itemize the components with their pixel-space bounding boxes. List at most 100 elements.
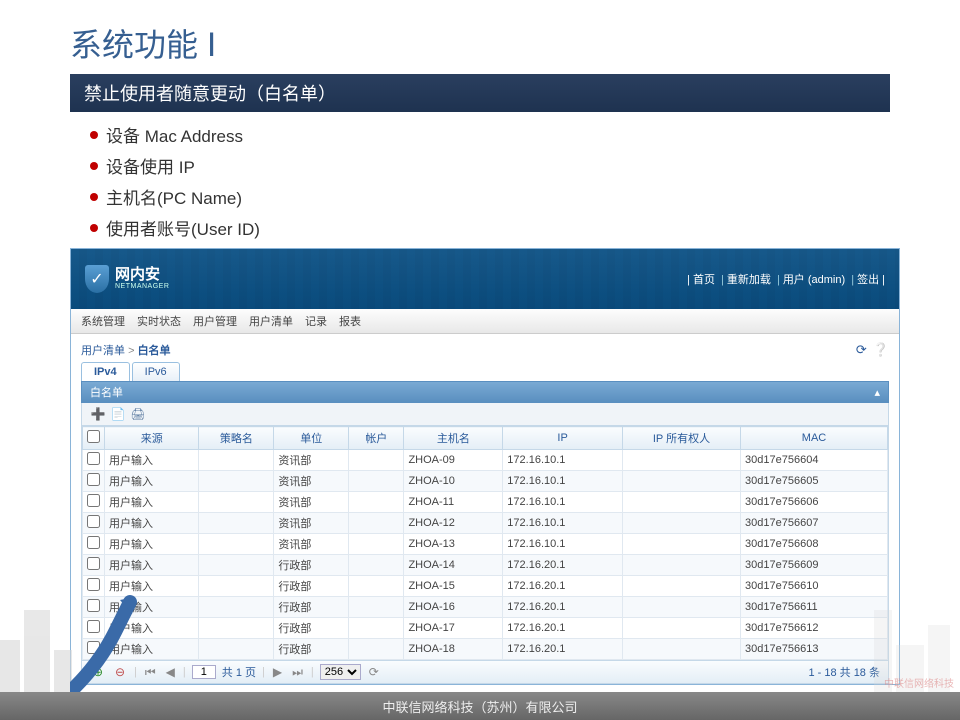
cell-mac: 30d17e756605 [741, 471, 888, 492]
cell-account [349, 492, 404, 513]
menu-item[interactable]: 系统管理 [81, 313, 125, 329]
cell-mac: 30d17e756604 [741, 450, 888, 471]
cell-account [349, 513, 404, 534]
cell-ip: 172.16.20.1 [503, 597, 623, 618]
cell-owner [622, 492, 740, 513]
cell-owner [622, 576, 740, 597]
cell-source: 用户输入 [105, 555, 199, 576]
nav-reload[interactable]: 重新加载 [727, 274, 771, 286]
cell-source: 用户输入 [105, 534, 199, 555]
bullet-dot-icon [90, 224, 98, 232]
data-grid: 来源策略名单位帐户主机名IPIP 所有权人MAC 用户输入资讯部ZHOA-091… [81, 426, 889, 661]
cell-host: ZHOA-12 [404, 513, 503, 534]
tab-ipv6[interactable]: IPv6 [132, 362, 180, 381]
cell-mac: 30d17e756609 [741, 555, 888, 576]
cell-owner [622, 471, 740, 492]
select-all-checkbox[interactable] [87, 430, 100, 443]
cell-account [349, 534, 404, 555]
last-page-icon[interactable]: ⏭ [290, 665, 305, 680]
bullet-list: 设备 Mac Address设备使用 IP主机名(PC Name)使用者账号(U… [70, 122, 890, 240]
row-checkbox[interactable] [87, 494, 100, 507]
breadcrumb-a[interactable]: 用户清单 [81, 345, 125, 357]
pager: ⊕ ⊖ | ⏮ ◀ | 共 1 页 | ▶ ⏭ | 256 ⟳ 1 - 18 共… [81, 661, 889, 684]
column-header[interactable]: 单位 [274, 427, 349, 450]
cell-policy [199, 576, 274, 597]
table-row[interactable]: 用户输入资讯部ZHOA-12172.16.10.130d17e756607 [83, 513, 888, 534]
table-row[interactable]: 用户输入行政部ZHOA-16172.16.20.130d17e756611 [83, 597, 888, 618]
nav-logout[interactable]: 签出 [857, 274, 879, 286]
print-icon[interactable]: 🖨 [130, 406, 146, 422]
cell-source: 用户输入 [105, 513, 199, 534]
collapse-icon[interactable]: ▴ [874, 386, 880, 399]
cell-account [349, 576, 404, 597]
cell-policy [199, 513, 274, 534]
menu-item[interactable]: 报表 [339, 313, 361, 329]
table-row[interactable]: 用户输入行政部ZHOA-14172.16.20.130d17e756609 [83, 555, 888, 576]
column-header[interactable]: 来源 [105, 427, 199, 450]
cell-ip: 172.16.10.1 [503, 471, 623, 492]
column-header[interactable]: 帐户 [349, 427, 404, 450]
page-input[interactable] [192, 665, 216, 679]
row-checkbox[interactable] [87, 557, 100, 570]
bullet-text: 设备 Mac Address [106, 122, 243, 147]
column-header[interactable]: IP [503, 427, 623, 450]
table-row[interactable]: 用户输入资讯部ZHOA-09172.16.10.130d17e756604 [83, 450, 888, 471]
table-row[interactable]: 用户输入行政部ZHOA-15172.16.20.130d17e756610 [83, 576, 888, 597]
menubar: 系统管理实时状态用户管理用户清单记录报表 [71, 309, 899, 334]
next-page-icon[interactable]: ▶ [271, 665, 284, 679]
row-checkbox[interactable] [87, 452, 100, 465]
cell-ip: 172.16.20.1 [503, 555, 623, 576]
row-checkbox[interactable] [87, 536, 100, 549]
cell-ip: 172.16.20.1 [503, 576, 623, 597]
table-row[interactable]: 用户输入行政部ZHOA-18172.16.20.130d17e756613 [83, 639, 888, 660]
cell-ip: 172.16.10.1 [503, 492, 623, 513]
cell-mac: 30d17e756608 [741, 534, 888, 555]
cell-source: 用户输入 [105, 471, 199, 492]
cell-policy [199, 639, 274, 660]
menu-item[interactable]: 用户管理 [193, 313, 237, 329]
cell-host: ZHOA-11 [404, 492, 503, 513]
column-header[interactable]: 策略名 [199, 427, 274, 450]
breadcrumb-b: 白名单 [138, 345, 171, 357]
add-icon[interactable]: ➕ [90, 406, 106, 422]
cell-ip: 172.16.10.1 [503, 450, 623, 471]
cell-unit: 行政部 [274, 618, 349, 639]
cell-policy [199, 618, 274, 639]
row-checkbox[interactable] [87, 473, 100, 486]
bullet-item: 设备使用 IP [90, 153, 890, 178]
row-checkbox[interactable] [87, 515, 100, 528]
cell-mac: 30d17e756606 [741, 492, 888, 513]
logo: ✓ 网内安 NETMANAGER [85, 265, 169, 293]
menu-item[interactable]: 记录 [305, 313, 327, 329]
arrow-decoration-icon [70, 592, 150, 692]
header-nav: | 首页 |重新加载 |用户 (admin) |签出 | [687, 271, 885, 287]
column-header[interactable]: MAC [741, 427, 888, 450]
column-header[interactable] [83, 427, 105, 450]
page-size-select[interactable]: 256 [320, 664, 361, 680]
logo-text-en: NETMANAGER [115, 283, 169, 291]
cell-account [349, 450, 404, 471]
bullet-item: 主机名(PC Name) [90, 184, 890, 209]
cell-policy [199, 492, 274, 513]
nav-user[interactable]: 用户 (admin) [783, 274, 845, 286]
column-header[interactable]: 主机名 [404, 427, 503, 450]
nav-home[interactable]: 首页 [693, 274, 715, 286]
table-row[interactable]: 用户输入资讯部ZHOA-11172.16.10.130d17e756606 [83, 492, 888, 513]
menu-item[interactable]: 实时状态 [137, 313, 181, 329]
cell-ip: 172.16.10.1 [503, 513, 623, 534]
table-row[interactable]: 用户输入资讯部ZHOA-13172.16.10.130d17e756608 [83, 534, 888, 555]
help-icon[interactable]: ❔ [873, 342, 889, 358]
bullet-text: 主机名(PC Name) [106, 184, 242, 209]
table-row[interactable]: 用户输入资讯部ZHOA-10172.16.10.130d17e756605 [83, 471, 888, 492]
table-row[interactable]: 用户输入行政部ZHOA-17172.16.20.130d17e756612 [83, 618, 888, 639]
refresh-icon[interactable]: ⟳ [856, 342, 867, 358]
prev-page-icon[interactable]: ◀ [164, 665, 177, 679]
tab-ipv4[interactable]: IPv4 [81, 362, 130, 381]
cell-mac: 30d17e756607 [741, 513, 888, 534]
menu-item[interactable]: 用户清单 [249, 313, 293, 329]
cell-account [349, 597, 404, 618]
cell-owner [622, 597, 740, 618]
column-header[interactable]: IP 所有权人 [622, 427, 740, 450]
doc-icon[interactable]: 📄 [110, 406, 126, 422]
pager-refresh-icon[interactable]: ⟳ [367, 665, 381, 679]
